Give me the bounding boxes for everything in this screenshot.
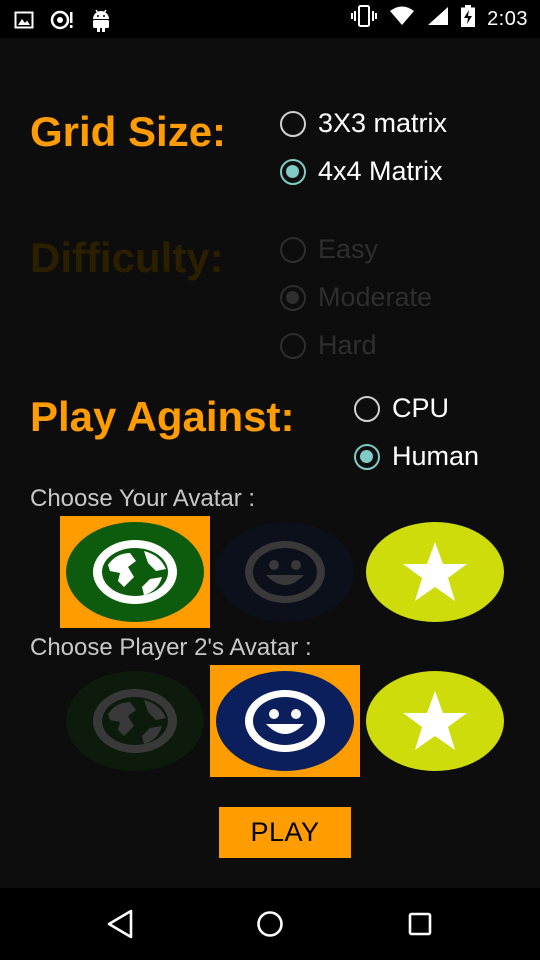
back-icon[interactable] xyxy=(102,906,138,942)
clock-time: 2:03 xyxy=(487,7,528,30)
smiley-avatar xyxy=(216,522,354,622)
radio-circle xyxy=(280,110,306,137)
notification-icon xyxy=(50,9,74,36)
star-icon xyxy=(400,689,470,753)
recents-icon[interactable] xyxy=(402,906,438,942)
radio-circle xyxy=(354,395,380,422)
play-button[interactable]: PLAY xyxy=(219,807,351,858)
status-bar: 2:03 xyxy=(0,0,540,38)
radio-circle xyxy=(280,284,306,311)
radio-4x4-matrix[interactable]: 4x4 Matrix xyxy=(280,156,443,187)
your-avatar-smiley xyxy=(210,516,360,628)
difficulty-heading: Difficulty: xyxy=(30,234,224,281)
radio-3x3-matrix[interactable]: 3X3 matrix xyxy=(280,108,447,139)
globe-avatar xyxy=(66,671,204,771)
play-against-heading: Play Against: xyxy=(30,393,295,440)
vibrate-icon xyxy=(351,5,378,33)
radio-label: 4x4 Matrix xyxy=(318,156,443,186)
smiley-icon xyxy=(240,686,330,756)
your-avatar-label: Choose Your Avatar : xyxy=(30,485,256,512)
radio-label: Easy xyxy=(318,234,379,264)
player2-avatar-globe xyxy=(60,665,210,777)
radio-label: Hard xyxy=(318,330,377,360)
star-avatar xyxy=(366,522,504,622)
android-icon xyxy=(90,8,112,37)
your-avatar-globe[interactable] xyxy=(60,516,210,628)
radio-circle xyxy=(280,236,306,263)
app-screen: 2:03 Grid Size: 3X3 matrix 4x4 Matrix Di… xyxy=(0,0,540,960)
star-icon xyxy=(400,540,470,604)
player2-avatar-label: Choose Player 2's Avatar : xyxy=(30,634,312,661)
radio-hard: Hard xyxy=(280,330,377,361)
radio-human[interactable]: Human xyxy=(354,441,479,472)
radio-label: CPU xyxy=(392,393,450,423)
radio-cpu[interactable]: CPU xyxy=(354,393,449,424)
player2-avatar-smiley[interactable] xyxy=(210,665,360,777)
radio-label: Human xyxy=(392,441,480,471)
globe-icon xyxy=(90,537,180,607)
image-icon xyxy=(14,10,34,35)
globe-avatar xyxy=(66,522,204,622)
globe-icon xyxy=(90,686,180,756)
home-icon[interactable] xyxy=(252,906,288,942)
navigation-bar xyxy=(0,888,540,960)
battery-icon xyxy=(461,5,476,33)
radio-easy: Easy xyxy=(280,234,378,265)
radio-circle xyxy=(280,332,306,359)
wifi-icon xyxy=(389,6,415,32)
player2-avatar-star[interactable] xyxy=(360,665,510,777)
your-avatar-star[interactable] xyxy=(360,516,510,628)
star-avatar xyxy=(366,671,504,771)
radio-circle xyxy=(354,443,380,470)
smiley-avatar xyxy=(216,671,354,771)
radio-circle xyxy=(280,158,306,185)
radio-label: 3X3 matrix xyxy=(318,108,448,138)
signal-icon xyxy=(427,6,449,32)
radio-moderate: Moderate xyxy=(280,282,432,313)
grid-size-heading: Grid Size: xyxy=(30,108,227,155)
radio-label: Moderate xyxy=(318,282,433,312)
smiley-icon xyxy=(240,537,330,607)
